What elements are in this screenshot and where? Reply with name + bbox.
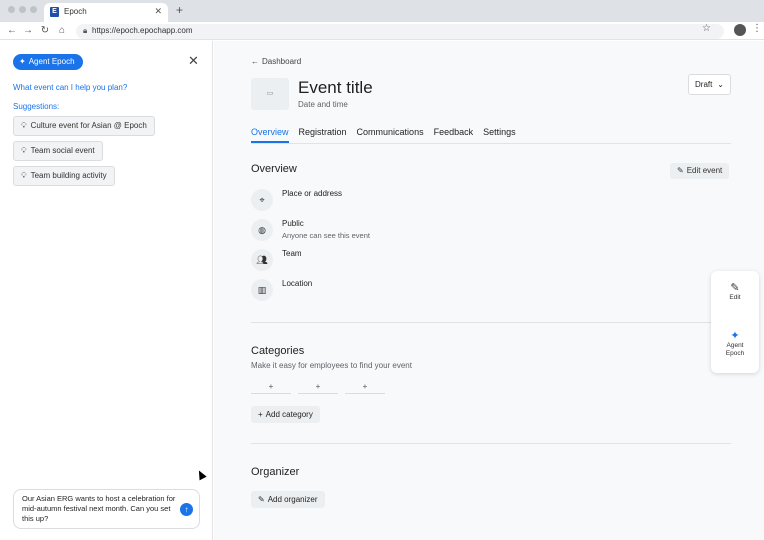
tabs-divider bbox=[251, 143, 731, 144]
pencil-icon: ✎ bbox=[730, 282, 740, 294]
tab-registration[interactable]: Registration bbox=[299, 127, 347, 143]
profile-avatar[interactable] bbox=[734, 24, 746, 36]
suggestion-chip[interactable]: 💡︎ Team social event bbox=[13, 141, 103, 161]
browser-toolbar: ← → ↻ ⌂ 🔒︎ https://epoch.epochapp.com ☆ … bbox=[0, 22, 764, 40]
arrow-left-icon: ← bbox=[251, 57, 259, 66]
lightbulb-icon: 💡︎ bbox=[21, 121, 27, 130]
lock-icon: 🔒︎ bbox=[83, 26, 88, 35]
bookmark-star-icon[interactable]: ☆ bbox=[702, 23, 711, 34]
plus-icon: + bbox=[258, 410, 263, 419]
back-arrow-icon[interactable]: ← bbox=[6, 24, 18, 38]
agent-epoch-action-button[interactable]: ✦ Agent Epoch bbox=[711, 329, 759, 358]
forward-arrow-icon[interactable]: → bbox=[22, 24, 34, 38]
add-category-label: Add category bbox=[265, 410, 313, 419]
category-slot[interactable]: + bbox=[251, 382, 291, 394]
edit-action-label: Edit bbox=[729, 294, 741, 301]
suggestion-chip[interactable]: 💡︎ Culture event for Asian @ Epoch bbox=[13, 116, 155, 136]
pencil-icon: ✎ bbox=[258, 495, 265, 504]
location-field[interactable]: Location bbox=[282, 279, 312, 288]
side-action-bar: ✎ Edit ✦ Agent Epoch bbox=[711, 271, 759, 373]
add-organizer-button[interactable]: ✎ Add organizer bbox=[251, 491, 325, 508]
event-title[interactable]: Event title bbox=[298, 78, 373, 98]
place-address-field[interactable]: Place or address bbox=[282, 189, 342, 198]
suggestion-label: Team social event bbox=[30, 146, 95, 155]
home-icon[interactable]: ⌂ bbox=[56, 24, 68, 38]
back-to-dashboard-link[interactable]: ← Dashboard bbox=[251, 57, 301, 66]
send-button[interactable]: ↑ bbox=[180, 503, 193, 516]
tab-title: Epoch bbox=[64, 7, 87, 16]
tab-close-icon[interactable]: ✕ bbox=[154, 6, 162, 17]
tab-communications[interactable]: Communications bbox=[357, 127, 424, 143]
globe-icon: ◍ bbox=[251, 219, 273, 241]
suggestion-label: Culture event for Asian @ Epoch bbox=[30, 121, 147, 130]
section-divider bbox=[251, 443, 731, 444]
reload-icon[interactable]: ↻ bbox=[39, 24, 51, 38]
team-field[interactable]: Team bbox=[282, 249, 302, 258]
tab-overview[interactable]: Overview bbox=[251, 127, 289, 143]
event-page: ← Dashboard ▭ Event title Date and time … bbox=[214, 41, 764, 540]
suggestion-label: Team building activity bbox=[30, 171, 107, 180]
close-icon[interactable]: ✕ bbox=[188, 53, 199, 69]
edit-action-button[interactable]: ✎ Edit bbox=[711, 281, 759, 302]
categories-heading: Categories bbox=[251, 345, 305, 357]
event-tabs: Overview Registration Communications Fee… bbox=[251, 127, 526, 143]
address-bar[interactable]: 🔒︎ https://epoch.epochapp.com bbox=[76, 24, 724, 39]
assistant-panel: ✦ Agent Epoch ✕ What event can I help yo… bbox=[0, 41, 213, 540]
organizer-heading: Organizer bbox=[251, 466, 300, 478]
assistant-question: What event can I help you plan? bbox=[13, 83, 128, 92]
category-slot[interactable]: + bbox=[298, 382, 338, 394]
status-dropdown[interactable]: Draft ⌄ bbox=[688, 74, 731, 95]
add-category-button[interactable]: + Add category bbox=[251, 406, 320, 423]
categories-description: Make it easy for employees to find your … bbox=[251, 361, 412, 370]
event-date-time[interactable]: Date and time bbox=[298, 100, 348, 109]
suggestion-chip[interactable]: 💡︎ Team building activity bbox=[13, 166, 115, 186]
chevron-down-icon: ⌄ bbox=[717, 80, 724, 89]
edit-event-label: Edit event bbox=[686, 166, 723, 175]
location-pin-icon: ⌖ bbox=[251, 189, 273, 211]
url-text: https://epoch.epochapp.com bbox=[92, 26, 193, 35]
team-icon: 👥︎ bbox=[251, 249, 273, 271]
suggestions-label: Suggestions: bbox=[13, 102, 60, 111]
window-maximize-dot[interactable] bbox=[30, 6, 37, 13]
browser-menu-icon[interactable]: ⋮ bbox=[752, 23, 762, 34]
agent-epoch-action-label: Agent Epoch bbox=[725, 342, 745, 357]
browser-tab[interactable]: E Epoch ✕ bbox=[44, 3, 168, 22]
lightbulb-icon: 💡︎ bbox=[21, 146, 27, 155]
epoch-favicon-icon: E bbox=[50, 7, 59, 17]
window-minimize-dot[interactable] bbox=[19, 6, 26, 13]
lightbulb-icon: 💡︎ bbox=[21, 171, 27, 180]
status-dropdown-label: Draft bbox=[695, 80, 713, 89]
edit-event-button[interactable]: ✎ Edit event bbox=[670, 163, 730, 179]
overview-heading: Overview bbox=[251, 163, 297, 175]
pencil-icon: ✎ bbox=[677, 166, 684, 175]
building-icon: ▥ bbox=[251, 279, 273, 301]
agent-epoch-button[interactable]: ✦ Agent Epoch bbox=[13, 54, 83, 70]
browser-tab-strip: E Epoch ✕ + bbox=[0, 0, 764, 22]
back-link-label: Dashboard bbox=[262, 57, 302, 66]
chat-input-text[interactable]: Our Asian ERG wants to host a celebratio… bbox=[22, 494, 182, 524]
window-close-dot[interactable] bbox=[8, 6, 15, 13]
visibility-field[interactable]: Public bbox=[282, 219, 304, 228]
image-placeholder-icon[interactable]: ▭ bbox=[251, 78, 289, 110]
tab-feedback[interactable]: Feedback bbox=[434, 127, 474, 143]
visibility-description: Anyone can see this event bbox=[282, 231, 370, 240]
section-divider bbox=[251, 322, 731, 323]
chat-input[interactable]: Our Asian ERG wants to host a celebratio… bbox=[13, 489, 200, 529]
tab-settings[interactable]: Settings bbox=[483, 127, 516, 143]
agent-epoch-label: Agent Epoch bbox=[28, 57, 75, 66]
sparkle-icon: ✦ bbox=[19, 57, 26, 66]
sparkle-icon: ✦ bbox=[730, 330, 740, 342]
category-slot[interactable]: + bbox=[345, 382, 385, 394]
new-tab-icon[interactable]: + bbox=[176, 3, 183, 17]
add-organizer-label: Add organizer bbox=[267, 495, 318, 504]
